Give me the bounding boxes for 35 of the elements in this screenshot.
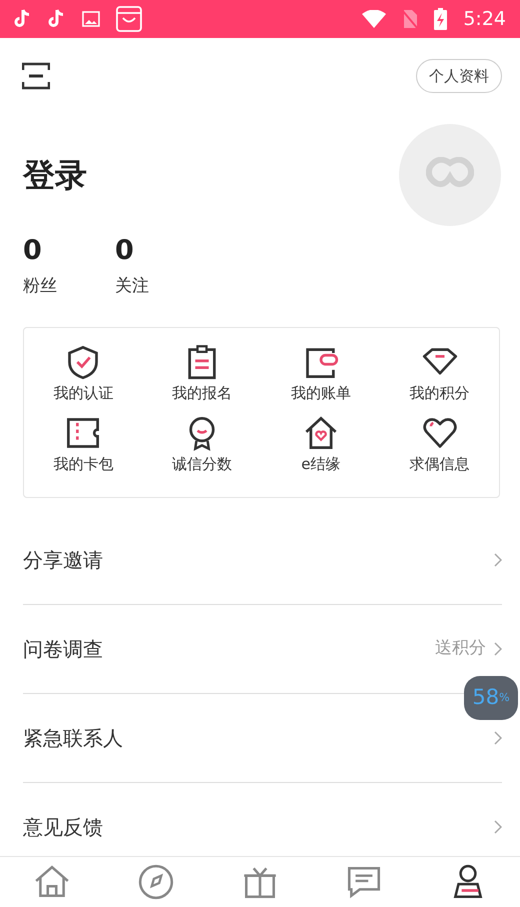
menu-label: 意见反馈 <box>23 814 103 840</box>
stat-value: 0 <box>115 236 135 266</box>
menu-label: 问卷调查 <box>23 636 103 664</box>
stat-label[interactable]: 粉丝 <box>23 274 57 300</box>
stat-label[interactable]: 关注 <box>115 274 149 300</box>
feature-item[interactable]: e结缘 <box>262 414 380 476</box>
feature-item[interactable]: 我的卡包 <box>24 414 143 476</box>
feature-item[interactable]: 我的报名 <box>142 344 262 405</box>
stat-value: 0 <box>23 236 43 266</box>
feature-item[interactable]: 我的积分 <box>380 344 499 405</box>
scan-icon[interactable] <box>22 62 50 90</box>
feature-item[interactable]: 求偶信息 <box>380 414 499 476</box>
tiktok-icon <box>14 9 32 29</box>
no-sim-icon <box>402 9 418 29</box>
menu-label: 紧急联系人 <box>23 725 123 752</box>
image-icon <box>82 11 100 27</box>
chevron-right-icon <box>494 731 502 746</box>
login-title[interactable]: 登录 <box>23 151 87 199</box>
tiktok-icon <box>48 9 66 29</box>
battery-charging-icon <box>434 8 448 30</box>
chevron-right-icon <box>494 820 502 834</box>
feature-item[interactable]: 我的账单 <box>262 344 380 405</box>
menu-hint: 送积分 <box>435 637 486 660</box>
compass-icon[interactable] <box>137 863 175 901</box>
shopping-bag-icon <box>116 6 142 32</box>
menu-label: 分享邀请 <box>23 547 103 574</box>
profile-button[interactable]: 个人资料 <box>416 58 502 94</box>
chevron-right-icon <box>494 642 502 656</box>
wifi-icon <box>362 10 386 28</box>
feature-item[interactable]: 我的认证 <box>24 344 143 405</box>
menu-row[interactable]: 分享邀请 <box>23 516 502 606</box>
chevron-right-icon <box>494 553 502 568</box>
feature-item[interactable]: 诚信分数 <box>142 414 262 476</box>
house-heart-icon <box>302 414 339 451</box>
status-time: 5:24 <box>463 6 506 32</box>
